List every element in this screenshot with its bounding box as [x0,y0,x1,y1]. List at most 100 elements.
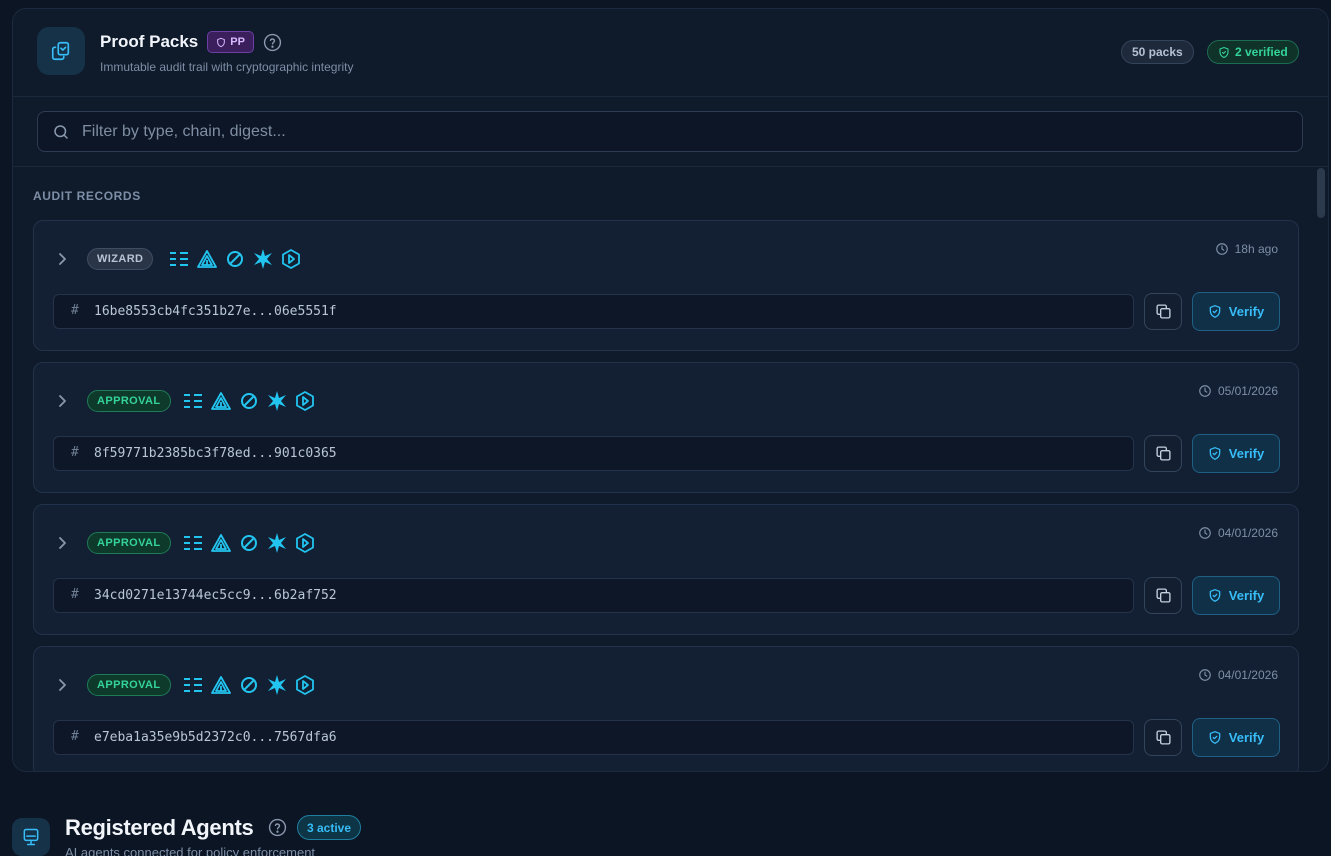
shield-check-icon [1209,447,1221,460]
search-input[interactable] [82,112,1282,151]
copy-icon [1155,304,1171,319]
audit-record-card[interactable]: APPROVAL 04/01/2026 #34cd0271e13744ec5cc9.… [33,504,1299,635]
pyramid-icon [197,248,217,270]
hexagon-icon [295,532,315,554]
verify-label: Verify [1228,446,1265,461]
slash-circle-icon [239,390,259,412]
slash-circle-icon [239,674,259,696]
verify-label: Verify [1228,304,1265,319]
clock-icon [1199,385,1211,397]
chevron-right-icon[interactable] [54,677,70,693]
copy-icon [1155,446,1171,461]
chevron-right-icon[interactable] [54,535,70,551]
list-icon [183,674,203,696]
verify-button[interactable]: Verify [1192,434,1280,473]
record-timestamp: 05/01/2026 [1198,384,1278,398]
audit-record-card[interactable]: APPROVAL 04/01/2026 # e7eba1a35e9b5d2372c0.… [33,646,1299,771]
copy-icon [1155,588,1171,603]
agents-active-badge: 3 active [297,815,362,840]
panel-header: Proof Packs PP Immutable audit trail wit… [13,9,1328,97]
shield-check-icon [1209,589,1221,602]
hexagon-icon [295,390,315,412]
agents-title: Registered Agents [65,815,254,840]
shield-icon [217,37,226,47]
pyramid-icon [211,532,231,554]
record-type-badge: APPROVAL [87,532,171,554]
verify-button[interactable]: Verify [1192,718,1280,757]
hash-icon: # [71,729,79,744]
search-box [37,111,1303,152]
pyramid-icon [211,390,231,412]
chevron-right-icon[interactable] [54,393,70,409]
record-time-label: 05/01/2026 [1217,384,1278,398]
star-icon [267,674,287,696]
digest-value: 8f59771b2385bc3f78ed...901c0365 [94,446,337,461]
slash-circle-icon [225,248,245,270]
star-icon [267,390,287,412]
digest-value: 34cd0271e13744ec5cc9...6b2af752 [94,588,337,603]
search-icon [52,123,70,146]
record-type-badge: APPROVAL [87,674,171,696]
verified-count-badge: 2 verified [1207,40,1299,64]
agents-help-icon[interactable] [268,818,287,842]
digest-field: #8f59771b2385bc3f78ed...901c0365 [53,436,1134,471]
shield-check-icon [1209,731,1221,744]
chain-icons [183,390,315,412]
copy-digest-button[interactable] [1144,293,1182,330]
verified-count-label: 2 verified [1235,45,1288,59]
hash-icon: # [71,445,79,460]
pyramid-icon [211,674,231,696]
page-title: Proof Packs [100,32,199,51]
scrollbar-thumb[interactable] [1317,168,1325,218]
star-icon [253,248,273,270]
clock-icon [1215,243,1228,255]
digest-value: e7eba1a35e9b5d2372c0...7567dfa6 [94,730,337,745]
digest-field: #34cd0271e13744ec5cc9...6b2af752 [53,578,1134,613]
packs-count-label: 50 packs [1132,45,1183,59]
copy-digest-button[interactable] [1144,719,1182,756]
hexagon-icon [281,248,301,270]
chain-icons [183,532,315,554]
digest-field: #16be8553cb4fc351b27e...06e5551f [53,294,1134,329]
verify-button[interactable]: Verify [1192,576,1280,615]
verify-button[interactable]: Verify [1192,292,1280,331]
chevron-right-icon[interactable] [54,251,70,267]
shield-check-icon [1209,305,1221,318]
record-type-badge: APPROVAL [87,390,171,412]
pp-badge-label: PP [230,36,245,48]
pp-badge: PP [207,31,254,53]
proof-packs-panel: Proof Packs PP Immutable audit trail wit… [12,8,1329,772]
record-time-label: 18h ago [1234,242,1278,256]
hash-icon: # [71,303,79,318]
audit-records-list[interactable]: AUDIT RECORDS WIZARD 18h ago #16be8553cb4f… [13,168,1328,771]
verify-label: Verify [1228,730,1265,745]
record-timestamp: 04/01/2026 [1198,526,1278,540]
list-icon [183,390,203,412]
record-type-badge: WIZARD [87,248,154,270]
digest-field: # e7eba1a35e9b5d2372c0...7567dfa6 [53,720,1134,755]
record-time-label: 04/01/2026 [1217,526,1278,540]
copy-digest-button[interactable] [1144,577,1182,614]
copy-stack-icon [37,27,85,75]
digest-value: 16be8553cb4fc351b27e...06e5551f [94,304,337,319]
help-icon[interactable] [263,32,283,52]
shield-check-icon [1219,46,1229,58]
verify-label: Verify [1228,588,1265,603]
slash-circle-icon [239,532,259,554]
audit-record-card[interactable]: APPROVAL 05/01/2026 #8f59771b2385bc3f78ed.… [33,362,1299,493]
list-icon [183,532,203,554]
monitor-icon [12,818,50,856]
page-subtitle: Immutable audit trail with cryptographic… [100,60,354,74]
clock-icon [1199,669,1211,681]
search-bar [13,97,1328,167]
hash-icon: # [71,587,79,602]
copy-icon [1155,730,1171,745]
list-icon [169,248,189,270]
clock-icon [1199,527,1211,539]
hexagon-icon [295,674,315,696]
copy-digest-button[interactable] [1144,435,1182,472]
audit-record-card[interactable]: WIZARD 18h ago #16be8553cb4fc351b27e...06e… [33,220,1299,351]
record-timestamp: 04/01/2026 [1198,668,1278,682]
agents-subtitle: AI agents connected for policy enforceme… [65,845,316,856]
record-timestamp: 18h ago [1215,242,1278,256]
